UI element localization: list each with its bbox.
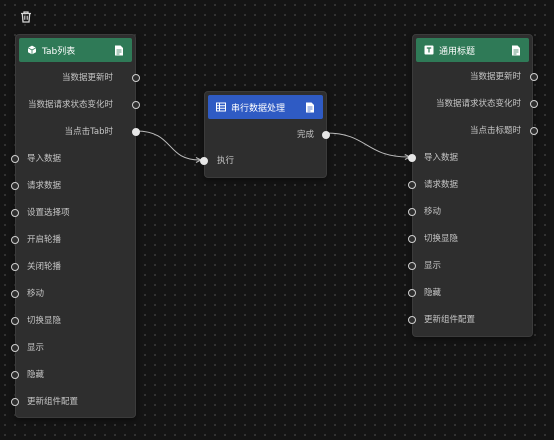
output-port-dot[interactable] bbox=[132, 101, 140, 109]
node-header[interactable]: 通用标题 bbox=[416, 38, 529, 62]
input-port-dot[interactable] bbox=[11, 236, 19, 244]
input-port: 关闭轮播 bbox=[27, 262, 62, 272]
input-port: 更新组件配置 bbox=[424, 315, 476, 325]
output-port-dot[interactable] bbox=[530, 73, 538, 81]
output-port: 当数据请求状态变化时 bbox=[27, 100, 113, 110]
trash-icon bbox=[21, 11, 31, 23]
output-port-dot[interactable] bbox=[132, 128, 140, 136]
input-port-dot[interactable] bbox=[11, 263, 19, 271]
input-port: 请求数据 bbox=[424, 180, 459, 190]
output-port: 当数据更新时 bbox=[469, 72, 521, 82]
input-port: 切换显隐 bbox=[27, 316, 62, 326]
doc-icon[interactable] bbox=[114, 45, 124, 56]
input-port-dot[interactable] bbox=[408, 181, 416, 189]
output-port: 当数据请求状态变化时 bbox=[435, 99, 521, 109]
input-port-dot[interactable] bbox=[11, 209, 19, 217]
input-port: 隐藏 bbox=[424, 288, 442, 298]
input-port: 设置选择项 bbox=[27, 208, 70, 218]
input-port-dot[interactable] bbox=[11, 371, 19, 379]
doc-icon[interactable] bbox=[511, 45, 521, 56]
output-port-dot[interactable] bbox=[530, 127, 538, 135]
input-port: 移动 bbox=[424, 207, 442, 217]
input-port: 显示 bbox=[424, 261, 442, 271]
input-port: 执行 bbox=[217, 156, 235, 166]
input-port: 移动 bbox=[27, 289, 45, 299]
connection-wire[interactable] bbox=[325, 132, 410, 158]
output-port-dot[interactable] bbox=[530, 100, 538, 108]
node-header[interactable]: Tab列表 bbox=[19, 38, 132, 62]
node-general-title[interactable]: 通用标题 当数据更新时 当数据请求状态变化时 当点击标题时 导入数据 请求数据 … bbox=[408, 34, 538, 337]
output-port-dot[interactable] bbox=[322, 131, 330, 139]
input-port-dot[interactable] bbox=[408, 208, 416, 216]
input-port: 显示 bbox=[27, 343, 45, 353]
input-port-dot[interactable] bbox=[11, 290, 19, 298]
input-port-dot[interactable] bbox=[408, 235, 416, 243]
input-port-dot[interactable] bbox=[11, 155, 19, 163]
input-port: 隐藏 bbox=[27, 370, 45, 380]
input-port: 开启轮播 bbox=[27, 235, 62, 245]
output-port: 当点击标题时 bbox=[469, 126, 521, 136]
connection-wire[interactable] bbox=[135, 130, 201, 161]
input-port: 更新组件配置 bbox=[27, 397, 79, 407]
input-port-dot[interactable] bbox=[11, 398, 19, 406]
cube-icon bbox=[27, 45, 37, 55]
input-port-dot[interactable] bbox=[11, 344, 19, 352]
node-header[interactable]: 串行数据处理 bbox=[208, 95, 323, 119]
output-port: 当点击Tab时 bbox=[64, 127, 113, 137]
input-port-dot[interactable] bbox=[200, 157, 208, 165]
output-port: 完成 bbox=[296, 130, 314, 140]
input-port-dot[interactable] bbox=[408, 154, 416, 162]
node-title: 串行数据处理 bbox=[231, 103, 286, 114]
node-serial-data-processing[interactable]: 串行数据处理 完成 执行 bbox=[200, 91, 330, 178]
doc-icon[interactable] bbox=[305, 102, 315, 113]
node-title: 通用标题 bbox=[439, 46, 476, 57]
output-port: 当数据更新时 bbox=[61, 73, 113, 83]
grid-icon bbox=[216, 102, 226, 112]
input-port: 切换显隐 bbox=[424, 234, 459, 244]
input-port-dot[interactable] bbox=[408, 316, 416, 324]
node-title: Tab列表 bbox=[42, 46, 76, 57]
delete-button[interactable] bbox=[18, 9, 34, 25]
title-icon bbox=[424, 45, 434, 55]
input-port-dot[interactable] bbox=[11, 317, 19, 325]
input-port: 导入数据 bbox=[424, 153, 459, 163]
input-port: 请求数据 bbox=[27, 181, 62, 191]
input-port: 导入数据 bbox=[27, 154, 62, 164]
input-port-dot[interactable] bbox=[408, 289, 416, 297]
node-tab-list[interactable]: Tab列表 当数据更新时 当数据请求状态变化时 当点击Tab时 导入数据 请求数… bbox=[11, 34, 140, 418]
input-port-dot[interactable] bbox=[11, 182, 19, 190]
output-port-dot[interactable] bbox=[132, 74, 140, 82]
input-port-dot[interactable] bbox=[408, 262, 416, 270]
